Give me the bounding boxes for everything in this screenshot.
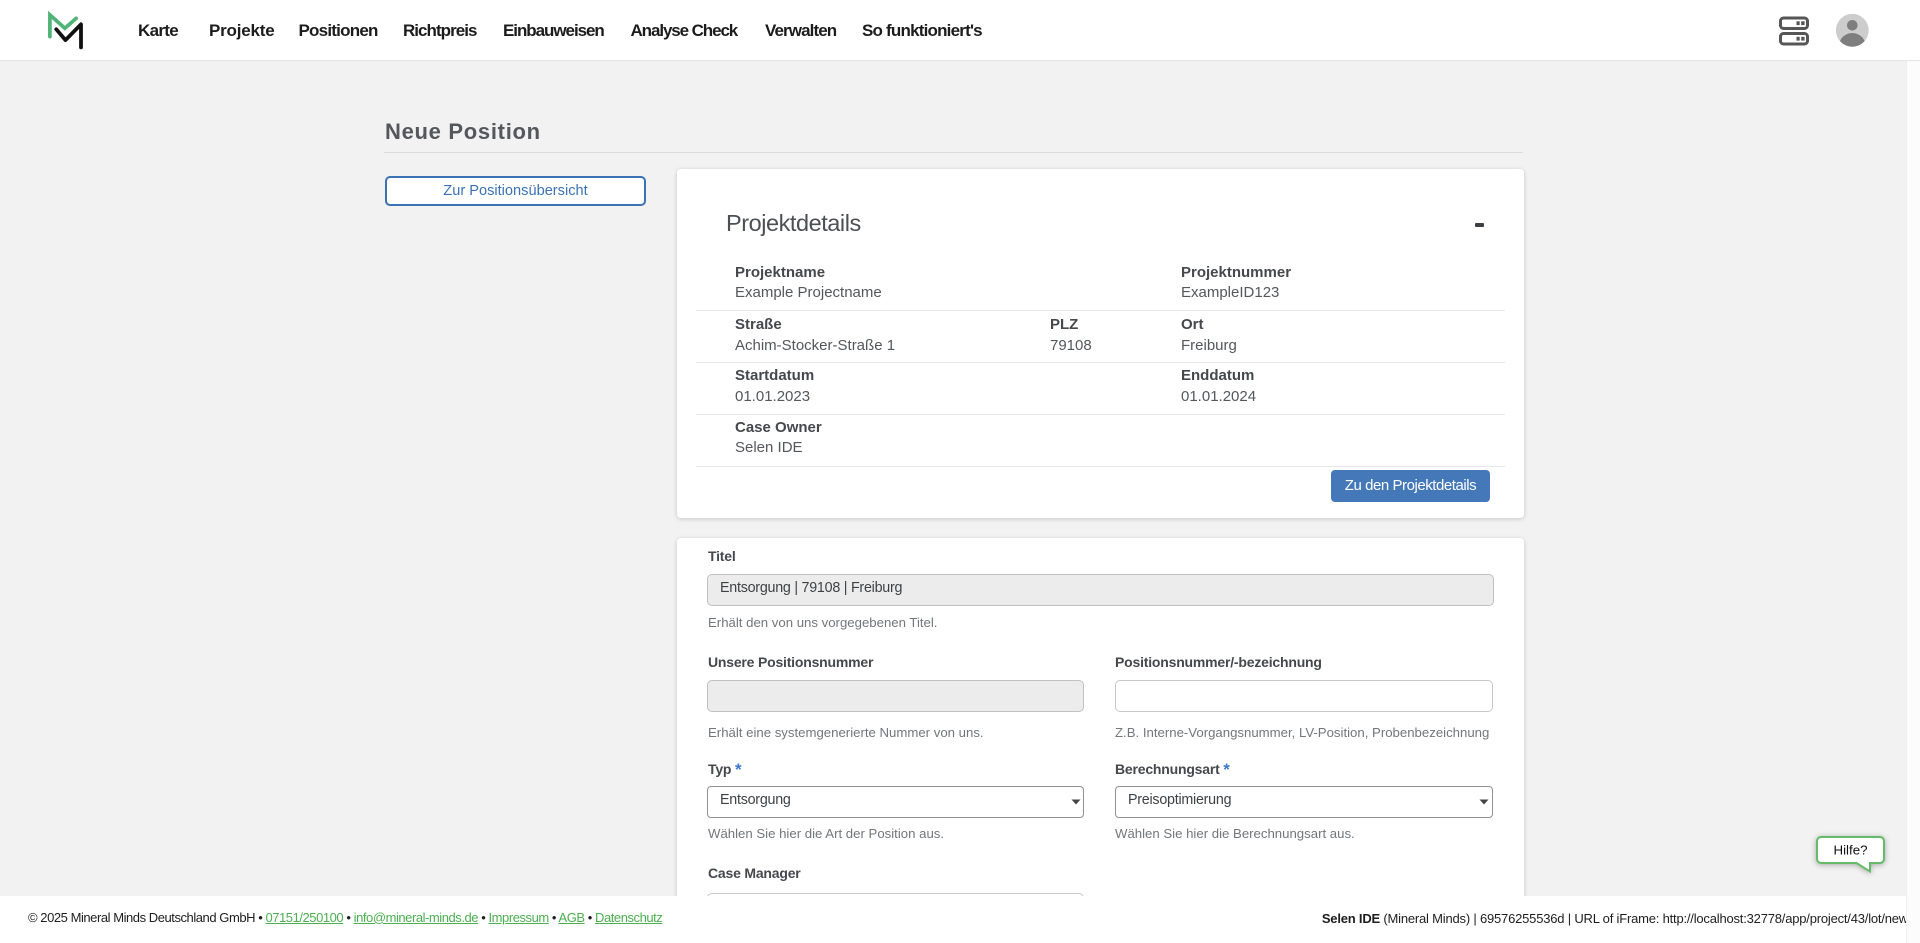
svg-text:Hilfe?: Hilfe? <box>1834 843 1868 858</box>
